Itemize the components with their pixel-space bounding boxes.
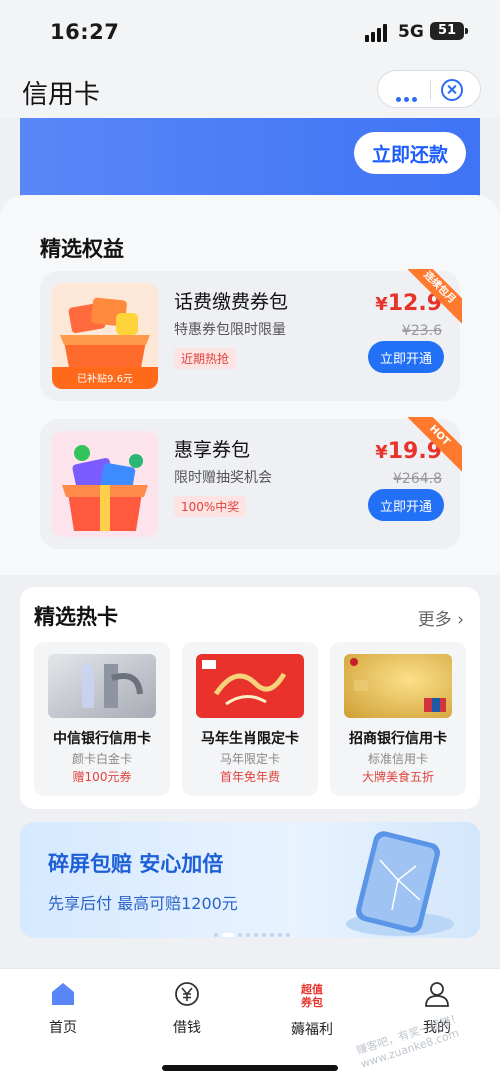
chevron-right-icon: › (457, 610, 464, 630)
card-sub: 马年限定卡 (219, 752, 280, 766)
hot-cards-title: 精选热卡 (34, 605, 118, 629)
home-indicator (162, 1065, 338, 1071)
benefits-title: 精选权益 (40, 237, 124, 261)
offer-desc: 特惠券包限时限量 (174, 322, 286, 338)
card-benefit: 大牌美食五折 (361, 770, 434, 784)
promo-subtitle: 先享后付 最高可赔1200元 (48, 894, 238, 913)
network-type: 5G (398, 22, 424, 42)
card-image (196, 654, 304, 718)
offer-name: 话费缴费券包 (174, 291, 289, 313)
home-icon (52, 983, 74, 1005)
card-sub: 标准信用卡 (367, 752, 428, 766)
offer-desc: 限时赠抽奖机会 (174, 470, 272, 486)
credit-card-horse-year[interactable]: 马年生肖限定卡 马年限定卡 首年免年费 (182, 642, 318, 796)
page-title: 信用卡 (22, 80, 101, 110)
more-icon[interactable] (396, 87, 420, 106)
offer-card-huixiang[interactable]: 惠享券包 限时赠抽奖机会 100%中奖 ¥19.9 ¥264.8 立即开通 HO… (40, 417, 462, 549)
hot-ribbon: HOT (400, 417, 462, 479)
user-icon (425, 982, 449, 1007)
card-sub: 颜卡白金卡 (71, 752, 132, 766)
card-image (48, 654, 156, 718)
offer-card-phone-bill[interactable]: 已补贴9.6元 话费缴费券包 特惠券包限时限量 近期热抢 ¥12.9 ¥23.6… (40, 269, 462, 401)
svg-text:超值: 超值 (300, 982, 323, 996)
coupon-package-image: 已补贴9.6元 (52, 283, 158, 389)
battery-icon: 51 (430, 22, 468, 40)
card-name: 招商银行信用卡 (349, 731, 447, 747)
promo-title: 碎屏包赔 安心加倍 (48, 852, 224, 876)
close-icon[interactable] (441, 79, 463, 101)
capsule-divider (430, 80, 431, 100)
status-bar: 16:27 5G 51 (0, 0, 500, 62)
svg-text:券包: 券包 (300, 995, 323, 1009)
yuan-icon (175, 982, 199, 1006)
offer-name: 惠享券包 (174, 439, 251, 461)
screen-protection-promo[interactable]: 碎屏包赔 安心加倍 先享后付 最高可赔1200元 (20, 822, 480, 938)
nav-bar: 信用卡 (0, 62, 500, 118)
gift-box-image (52, 431, 158, 537)
subsidy-label: 已补贴9.6元 (77, 372, 133, 385)
card-benefit: 赠100元券 (72, 770, 132, 784)
benefits-panel: 精选权益 已补贴9.6元 话费缴费券包 特惠券包限时限量 近期热抢 ¥12.9 … (0, 195, 500, 575)
repay-now-button[interactable]: 立即还款 (354, 132, 466, 174)
credit-card-citic[interactable]: 中信银行信用卡 颜卡白金卡 赠100元券 (34, 642, 170, 796)
card-name: 马年生肖限定卡 (201, 731, 299, 747)
card-image (344, 654, 452, 718)
carousel-dots (214, 922, 294, 938)
signal-icon (365, 24, 393, 42)
status-time: 16:27 (50, 20, 120, 44)
cracked-phone-image (346, 831, 454, 936)
open-now-button[interactable]: 立即开通 (368, 489, 444, 521)
offer-tag: 100%中奖 (174, 496, 247, 517)
credit-card-cmb[interactable]: 招商银行信用卡 标准信用卡 大牌美食五折 (330, 642, 466, 796)
card-name: 中信银行信用卡 (53, 731, 151, 747)
super-coupon-icon: 超值 券包 (300, 982, 323, 1009)
tab-borrow[interactable]: 借钱 (142, 981, 232, 1037)
corner-ribbon: 连续包月 (400, 269, 462, 331)
open-now-button[interactable]: 立即开通 (368, 341, 444, 373)
tab-welfare[interactable]: 超值 券包 薅福利 (267, 981, 357, 1039)
more-link[interactable]: 更多 › (418, 605, 464, 630)
mini-program-capsule (377, 70, 481, 108)
offer-tag: 近期热抢 (174, 348, 237, 369)
tab-home[interactable]: 首页 (18, 981, 108, 1037)
card-benefit: 首年免年费 (219, 770, 280, 784)
hot-cards-section: 精选热卡 更多 › 中信银行信用卡 颜卡白金卡 赠100元券 马年生肖限定卡 马… (20, 587, 480, 809)
